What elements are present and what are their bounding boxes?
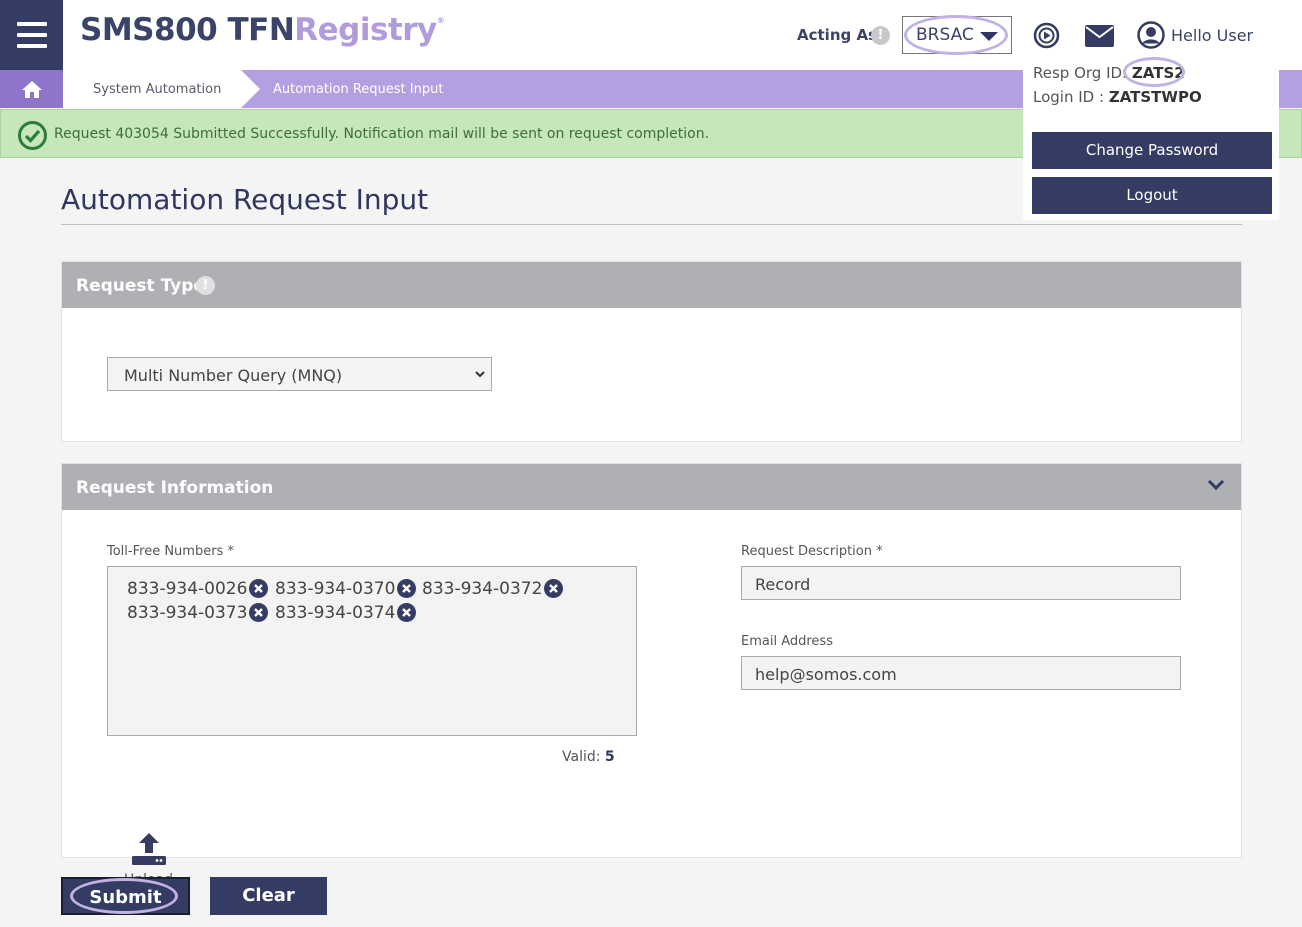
change-password-button[interactable]: Change Password: [1032, 132, 1272, 169]
remove-icon[interactable]: [249, 603, 268, 622]
home-icon: [21, 80, 42, 98]
menu-icon-bar: [16, 33, 47, 37]
valid-label: Valid:: [562, 749, 601, 765]
request-type-selected: Multi Number Query (MNQ): [124, 366, 343, 385]
breadcrumb-label: System Automation: [93, 82, 222, 97]
breadcrumb-item-current: Automation Request Input: [273, 82, 444, 97]
play-circle-icon[interactable]: [1033, 22, 1060, 49]
greeting[interactable]: Hello User: [1171, 26, 1253, 45]
upload-icon: [131, 833, 166, 865]
tfn-tag: 833-934-0370: [275, 579, 396, 599]
logo-text-primary: SMS800 TFN: [80, 12, 295, 48]
app-logo[interactable]: SMS800 TFNRegistry®: [80, 12, 445, 48]
tfn-label: Toll-Free Numbers *: [107, 544, 234, 559]
resp-org-id-value: ZATS2: [1131, 64, 1185, 82]
menu-button[interactable]: [0, 0, 63, 70]
page-title: Automation Request Input: [61, 183, 429, 216]
user-dropdown-menu: Resp Org ID: ZATS2 Login ID : ZATSTWPO C…: [1023, 56, 1279, 220]
info-icon[interactable]: !: [871, 26, 890, 45]
remove-icon[interactable]: [544, 579, 563, 598]
request-type-select[interactable]: Multi Number Query (MNQ): [107, 357, 492, 391]
request-information-panel: Request Information Toll-Free Numbers * …: [61, 463, 1242, 888]
login-id-label: Login ID :: [1033, 88, 1105, 106]
email-label: Email Address: [741, 634, 833, 649]
login-id-value: ZATSTWPO: [1108, 88, 1202, 106]
mail-icon[interactable]: [1085, 25, 1114, 47]
chevron-down-icon[interactable]: [1207, 478, 1225, 492]
menu-icon-bar: [16, 44, 47, 48]
home-button[interactable]: [0, 70, 63, 108]
acting-as-label: Acting As: [797, 26, 877, 44]
check-icon: [24, 129, 41, 143]
tfn-tag: 833-934-0372: [422, 579, 543, 599]
chevron-down-icon: [475, 371, 485, 378]
panel-title: Request Information: [76, 478, 274, 498]
request-type-header: Request Type !: [62, 262, 1241, 308]
tfn-tag: 833-934-0373: [127, 603, 248, 623]
title-divider: [61, 224, 1242, 225]
resp-org-id: Resp Org ID: ZATS2: [1033, 64, 1185, 82]
request-information-header[interactable]: Request Information: [62, 464, 1241, 510]
success-message: Request 403054 Submitted Successfully. N…: [54, 126, 710, 142]
description-field[interactable]: Record: [741, 566, 1181, 600]
clear-button[interactable]: Clear: [210, 877, 327, 915]
remove-icon[interactable]: [249, 579, 268, 598]
logo-registered-mark: ®: [436, 16, 445, 25]
remove-icon[interactable]: [397, 603, 416, 622]
user-circle-icon[interactable]: [1137, 21, 1165, 49]
menu-icon-bar: [16, 22, 47, 26]
email-value: help@somos.com: [755, 665, 897, 684]
caret-down-icon: [980, 32, 998, 41]
breadcrumb-separator: [241, 70, 260, 108]
tfn-tag: 833-934-0026: [127, 579, 248, 599]
resp-org-id-label: Resp Org ID:: [1033, 64, 1128, 82]
resp-org-selected: BRSAC: [916, 25, 974, 45]
check-circle-icon: [18, 121, 47, 150]
submit-button[interactable]: Submit: [61, 877, 190, 915]
resp-org-select[interactable]: BRSAC: [902, 16, 1012, 54]
panel-title: Request Type: [76, 276, 205, 296]
info-icon[interactable]: !: [196, 276, 215, 295]
email-field[interactable]: help@somos.com: [741, 656, 1181, 690]
remove-icon[interactable]: [397, 579, 416, 598]
tfn-tag: 833-934-0374: [275, 603, 396, 623]
logout-button[interactable]: Logout: [1032, 177, 1272, 214]
description-label: Request Description *: [741, 544, 883, 559]
tfn-input-box[interactable]: 833-934-0026 833-934-0370 833-934-0372 8…: [107, 566, 637, 736]
request-type-panel: Request Type ! Multi Number Query (MNQ): [61, 261, 1242, 442]
valid-count: Valid: 5: [562, 749, 615, 765]
valid-value: 5: [604, 749, 615, 765]
login-id: Login ID : ZATSTWPO: [1033, 88, 1202, 106]
breadcrumb-item-system-automation[interactable]: System Automation: [63, 70, 260, 108]
logo-text-secondary: Registry: [294, 12, 437, 48]
description-value: Record: [755, 575, 811, 594]
